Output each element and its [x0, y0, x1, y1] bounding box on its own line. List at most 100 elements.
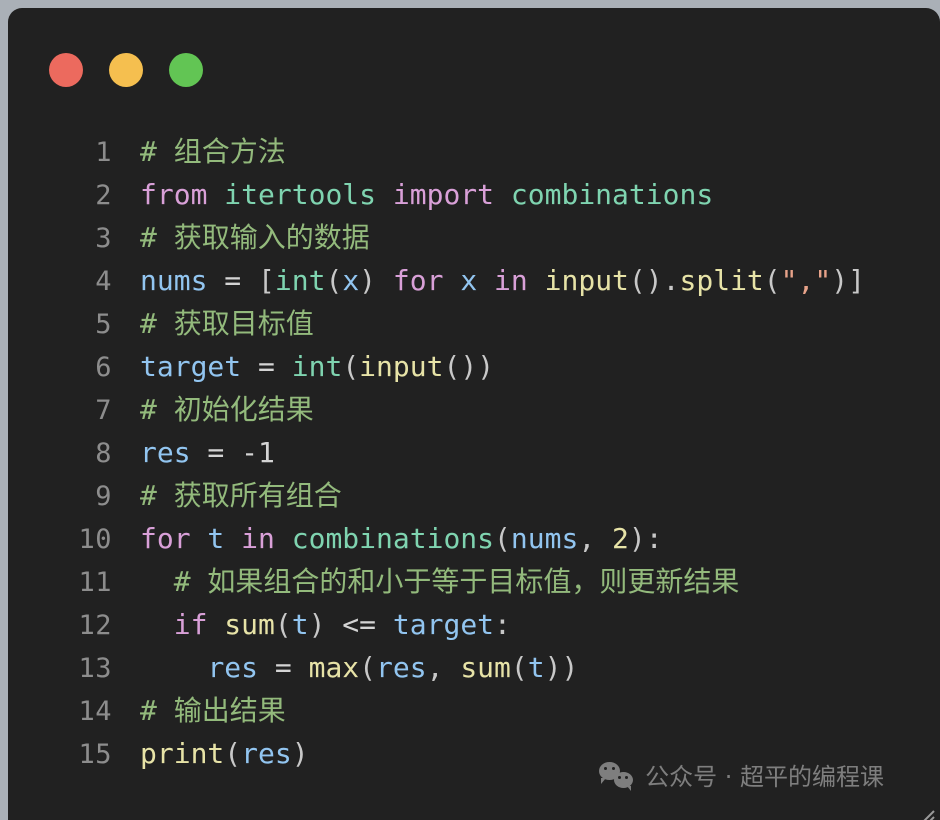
code-line[interactable]: 11 # 如果组合的和小于等于目标值，则更新结果 [8, 560, 940, 603]
code-line[interactable]: 7 # 初始化结果 [8, 388, 940, 431]
token-comment: # 输出结果 [140, 694, 286, 727]
code-line[interactable]: 13 res = max(res, sum(t)) [8, 646, 940, 689]
line-number: 14 [78, 696, 112, 727]
maximize-button[interactable] [169, 53, 203, 87]
token-comment: # 如果组合的和小于等于目标值，则更新结果 [173, 565, 740, 598]
token-paren: () [443, 350, 478, 383]
line-number: 2 [95, 180, 112, 211]
token-colon: : [494, 608, 511, 641]
line-content: if sum(t) <= target: [112, 603, 511, 646]
token-variable: nums [140, 264, 208, 297]
code-line[interactable]: 14 # 输出结果 [8, 689, 940, 732]
token-argument: nums [510, 522, 579, 555]
token-variable-t: t [190, 522, 242, 555]
line-number: 15 [78, 739, 112, 770]
line-content: # 如果组合的和小于等于目标值，则更新结果 [112, 560, 740, 603]
line-content: from itertools import combinations [112, 173, 713, 216]
token-paren: () [628, 264, 663, 297]
token-bracket-close: ] [848, 264, 865, 297]
token-variable: res [140, 436, 191, 469]
code-line[interactable]: 2 from itertools import combinations [8, 173, 940, 216]
code-line[interactable]: 1 # 组合方法 [8, 130, 940, 173]
line-number: 8 [95, 438, 112, 469]
token-builtin-sum: sum [460, 651, 511, 684]
token-paren: ( [325, 264, 343, 297]
line-number: 6 [95, 352, 112, 383]
line-number: 1 [95, 137, 112, 168]
token-keyword-for: for [376, 264, 461, 297]
line-number: 12 [78, 610, 112, 641]
token-module: itertools [224, 178, 377, 211]
token-operator: <= [325, 608, 393, 641]
token-paren: ( [342, 350, 360, 383]
line-number: 7 [95, 395, 112, 426]
line-number: 3 [95, 223, 112, 254]
token-argument: t [527, 651, 545, 684]
token-operator: = [258, 651, 309, 684]
token-comma: , [426, 651, 461, 684]
token-comma: , [578, 522, 613, 555]
token-comment: # 获取输入的数据 [140, 221, 370, 254]
token-paren: ) [291, 737, 309, 770]
close-button[interactable] [49, 53, 83, 87]
token-argument: res [241, 737, 292, 770]
line-content: # 获取所有组合 [112, 474, 342, 517]
token-argument: t [291, 608, 309, 641]
line-number: 11 [78, 567, 112, 598]
token-keyword-in: in [241, 522, 275, 555]
code-line[interactable]: 12 if sum(t) <= target: [8, 603, 940, 646]
token-number: 2 [612, 522, 629, 555]
token-paren: ) [477, 350, 495, 383]
line-number: 13 [78, 653, 112, 684]
token-argument: res [376, 651, 427, 684]
token-paren: )) [544, 651, 579, 684]
token-imported-name: combinations [510, 178, 714, 211]
token-variable: res [207, 651, 259, 684]
code-line[interactable]: 3 # 获取输入的数据 [8, 216, 940, 259]
token-keyword-for: for [140, 522, 191, 555]
line-content: for t in combinations(nums, 2): [112, 517, 663, 560]
window-controls [49, 53, 203, 87]
token-variable: target [392, 608, 495, 641]
code-line[interactable]: 4 nums = [int(x) for x in input().split(… [8, 259, 940, 302]
line-number: 4 [95, 266, 112, 297]
resize-grip[interactable] [912, 793, 935, 820]
watermark-text: 公众号 · 超平的编程课 [645, 763, 884, 791]
token-operator: = [190, 436, 242, 469]
token-keyword-from: from [140, 178, 208, 211]
line-number: 10 [78, 524, 112, 555]
token-variable-x: x [460, 264, 478, 297]
token-keyword-import: import [392, 178, 495, 211]
token-string: "," [780, 264, 832, 297]
watermark: 公众号 · 超平的编程课 [599, 757, 884, 792]
line-content: # 组合方法 [112, 130, 286, 173]
token-paren: ) [359, 264, 377, 297]
token-builtin-input: input [359, 350, 444, 383]
token-keyword-if: if [173, 608, 208, 641]
token-comment: # 初始化结果 [140, 393, 314, 426]
token-function-combinations: combinations [274, 522, 495, 555]
code-line[interactable]: 10 for t in combinations(nums, 2): [8, 517, 940, 560]
token-dot: . [662, 264, 680, 297]
token-paren: ( [224, 737, 242, 770]
token-comment: # 获取目标值 [140, 307, 314, 340]
line-content: target = int(input()) [112, 345, 494, 388]
token-paren: ( [763, 264, 781, 297]
code-line[interactable]: 9 # 获取所有组合 [8, 474, 940, 517]
token-comment: # 组合方法 [140, 135, 286, 168]
code-area[interactable]: 1 # 组合方法 2 from itertools import combina… [8, 130, 940, 775]
minimize-button[interactable] [109, 53, 143, 87]
token-builtin-sum: sum [207, 608, 275, 641]
token-number: -1 [241, 436, 275, 469]
code-line[interactable]: 5 # 获取目标值 [8, 302, 940, 345]
code-line[interactable]: 8 res = -1 [8, 431, 940, 474]
line-number: 9 [95, 481, 112, 512]
title-bar[interactable] [8, 8, 940, 108]
token-variable: target [140, 350, 242, 383]
token-method-split: split [679, 264, 764, 297]
token-paren-colon: ): [628, 522, 663, 555]
code-line[interactable]: 6 target = int(input()) [8, 345, 940, 388]
line-content: res = max(res, sum(t)) [112, 646, 578, 689]
token-operator: = [241, 350, 292, 383]
